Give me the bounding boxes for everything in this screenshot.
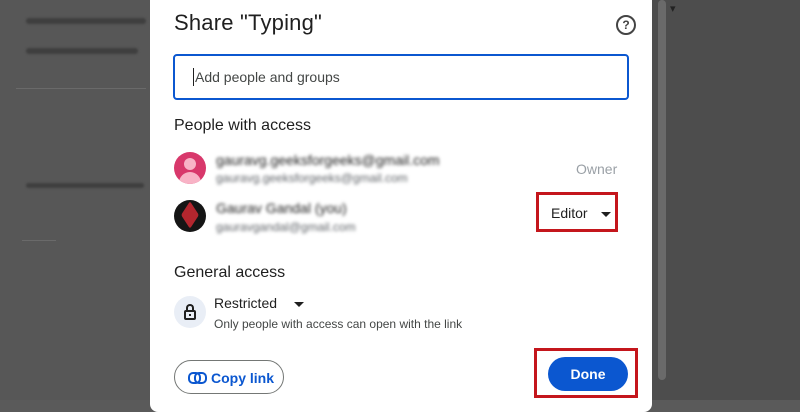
link-icon (188, 372, 207, 384)
owner-role-label: Owner (576, 161, 618, 177)
blurred-text (26, 48, 138, 54)
person-email: gauravgandal@gmail.com (216, 220, 356, 234)
divider (22, 240, 56, 241)
person-icon (184, 158, 196, 170)
help-icon[interactable]: ? (616, 15, 636, 35)
access-level-dropdown[interactable]: Restricted (214, 295, 304, 311)
chevron-down-icon: ▾ (670, 3, 676, 15)
general-access-heading: General access (174, 264, 286, 281)
lock-icon (174, 296, 206, 328)
role-label: Editor (551, 205, 588, 221)
add-people-placeholder: Add people and groups (195, 69, 340, 85)
person-name: gauravg.geeksforgeeks@gmail.com (216, 152, 440, 168)
dropdown-arrow-icon (601, 212, 611, 217)
editor-role-dropdown[interactable]: Editor (536, 192, 618, 232)
people-with-access-heading: People with access (174, 117, 311, 134)
person-name: Gaurav Gandal (you) (216, 200, 347, 216)
text-cursor (193, 68, 194, 86)
blurred-text (26, 18, 146, 24)
copy-link-label: Copy link (211, 370, 275, 386)
done-button[interactable]: Done (548, 357, 628, 391)
access-description: Only people with access can open with th… (214, 317, 463, 331)
person-email: gauravg.geeksforgeeks@gmail.com (216, 171, 408, 185)
done-highlight: Done (534, 348, 638, 398)
blurred-text (26, 183, 144, 188)
scrollbar[interactable] (658, 0, 666, 380)
copy-link-button[interactable]: Copy link (174, 360, 284, 394)
share-dialog: Share "Typing" ? Add people and groups P… (150, 0, 652, 412)
document-right-area (652, 0, 800, 400)
logo-icon (181, 201, 199, 229)
dialog-title: Share "Typing" (174, 10, 323, 35)
avatar (174, 152, 206, 184)
access-level-label: Restricted (214, 295, 278, 311)
dropdown-arrow-icon (294, 302, 304, 307)
add-people-input[interactable]: Add people and groups (173, 54, 629, 100)
avatar (174, 200, 206, 232)
divider (16, 88, 146, 89)
